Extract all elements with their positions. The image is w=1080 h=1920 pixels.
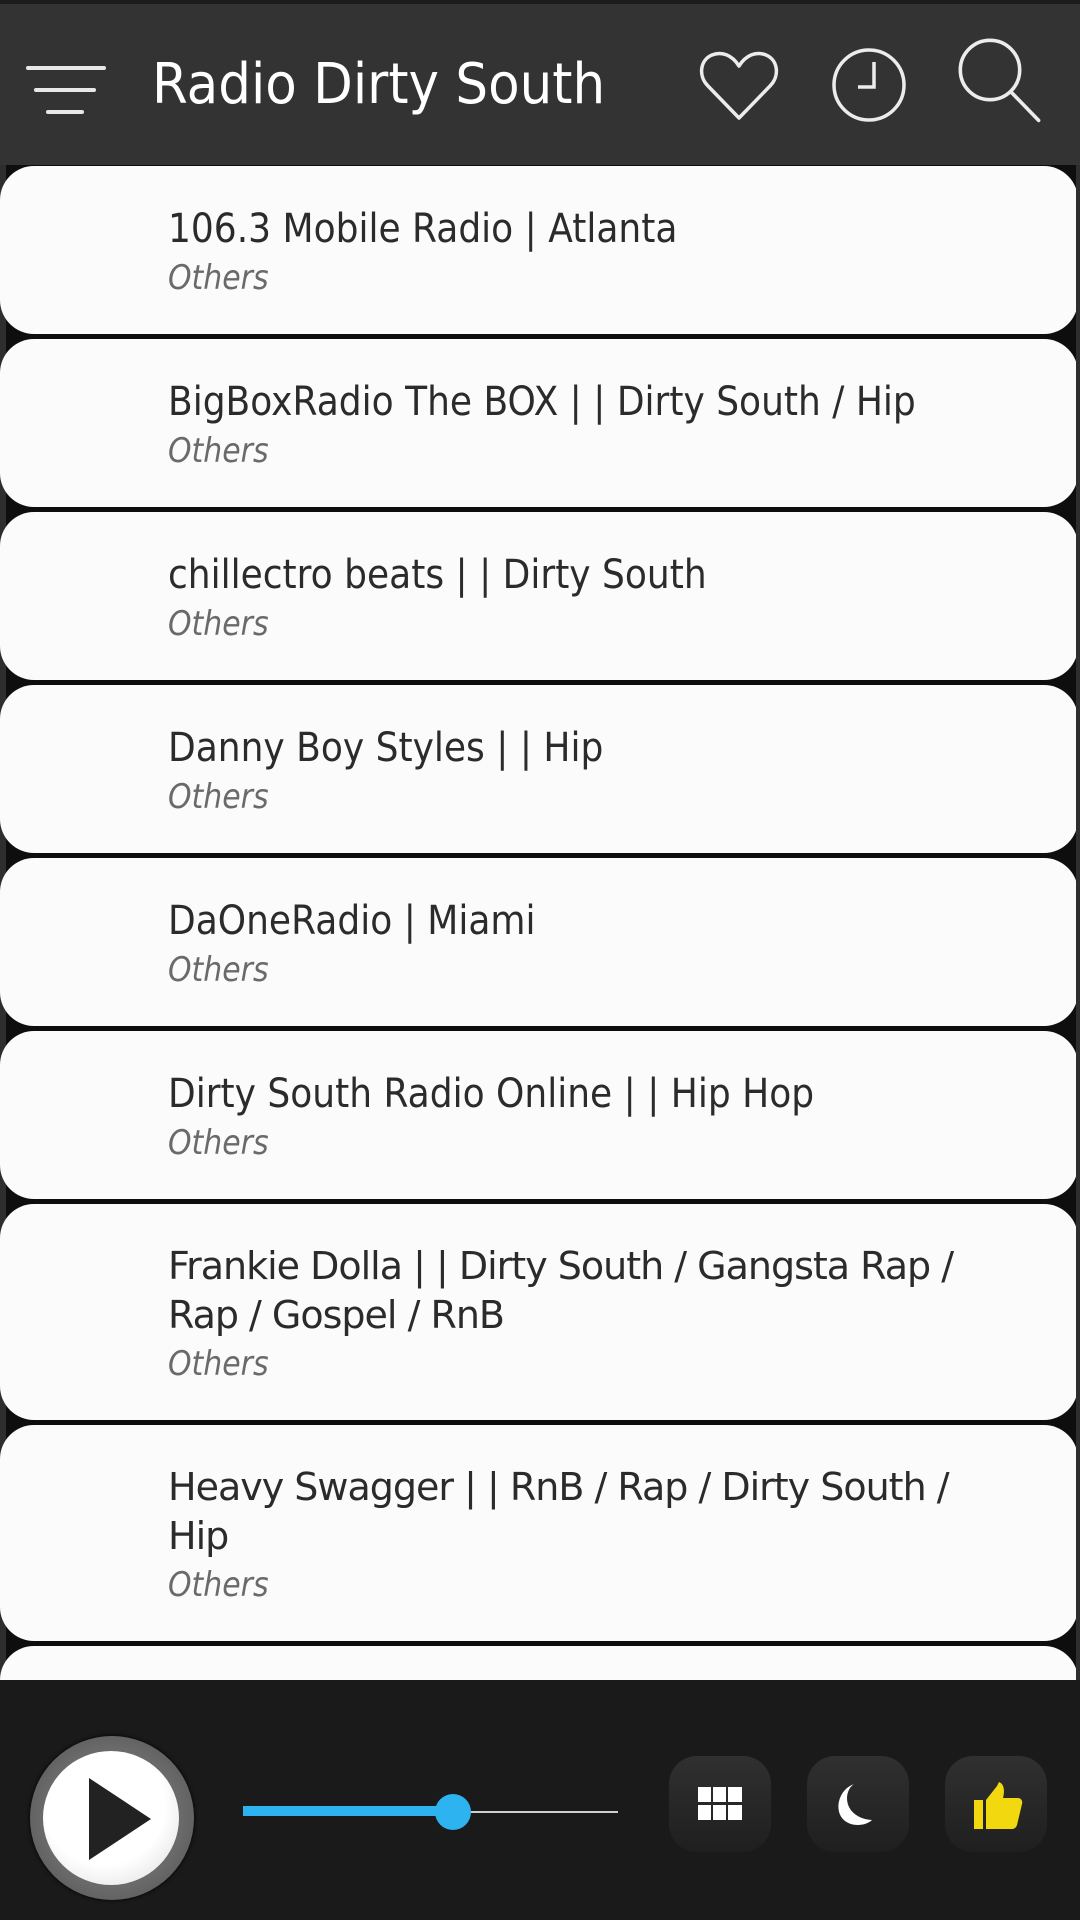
history-button[interactable] — [824, 40, 914, 130]
heart-icon — [699, 51, 779, 120]
play-triangle — [89, 1778, 151, 1860]
station-item[interactable]: Heavy Swagger | | RnB / Rap / Dirty Sout… — [0, 1425, 1078, 1641]
station-item[interactable]: BigBoxRadio The BOX | | Dirty South / Hi… — [0, 339, 1078, 507]
thumbs-up-icon — [974, 1782, 1023, 1829]
station-category: Others — [168, 950, 269, 990]
sleep-timer-button[interactable] — [807, 1756, 909, 1852]
favorites-button[interactable] — [694, 40, 784, 130]
station-category: Others — [168, 1344, 269, 1384]
volume-fill — [243, 1806, 453, 1816]
volume-thumb[interactable] — [435, 1794, 471, 1830]
station-category: Others — [168, 777, 269, 817]
station-item[interactable]: Dirty South Radio Online | | Hip Hop Oth… — [0, 1031, 1078, 1199]
station-title: Frankie Dolla | | Dirty South / Gangsta … — [168, 1244, 954, 1337]
menu-icon-line — [46, 110, 84, 114]
station-title: Heavy Swagger | | RnB / Rap / Dirty Sout… — [168, 1465, 950, 1558]
station-list[interactable]: 106.3 Mobile Radio | Atlanta Others BigB… — [0, 165, 1080, 1680]
station-item[interactable]: MC — [0, 1646, 1078, 1680]
search-icon — [958, 38, 1041, 123]
search-button[interactable] — [954, 34, 1044, 124]
grid-button[interactable] — [669, 1756, 771, 1852]
grid-icon — [698, 1787, 742, 1820]
station-category: Others — [168, 1565, 269, 1605]
clock-icon — [832, 48, 906, 122]
station-item[interactable]: 106.3 Mobile Radio | Atlanta Others — [0, 166, 1078, 334]
menu-icon-line — [34, 88, 96, 92]
station-title: DaOneRadio | Miami — [168, 898, 536, 944]
station-item[interactable]: Frankie Dolla | | Dirty South / Gangsta … — [0, 1204, 1078, 1420]
station-category: Others — [168, 1123, 269, 1163]
app-header: Radio Dirty South — [0, 0, 1080, 165]
menu-icon — [26, 66, 106, 70]
like-button[interactable] — [945, 1756, 1047, 1852]
station-category: Others — [168, 604, 269, 644]
station-title: chillectro beats | | Dirty South — [168, 552, 707, 598]
volume-slider[interactable] — [243, 1794, 618, 1830]
moon-icon — [838, 1784, 872, 1825]
station-title: Dirty South Radio Online | | Hip Hop — [168, 1071, 815, 1117]
station-title: Danny Boy Styles | | Hip — [168, 725, 604, 771]
menu-button[interactable] — [24, 56, 112, 120]
page-title: Radio Dirty South — [152, 52, 606, 117]
play-icon — [43, 1751, 179, 1885]
station-item[interactable]: chillectro beats | | Dirty South Others — [0, 512, 1078, 680]
station-title: BigBoxRadio The BOX | | Dirty South / Hi… — [168, 379, 916, 425]
station-category: Others — [168, 258, 269, 298]
station-category: Others — [168, 431, 269, 471]
station-item[interactable]: Danny Boy Styles | | Hip Others — [0, 685, 1078, 853]
station-item[interactable]: DaOneRadio | Miami Others — [0, 858, 1078, 1026]
station-title: 106.3 Mobile Radio | Atlanta — [168, 206, 678, 252]
play-button[interactable] — [30, 1736, 194, 1900]
